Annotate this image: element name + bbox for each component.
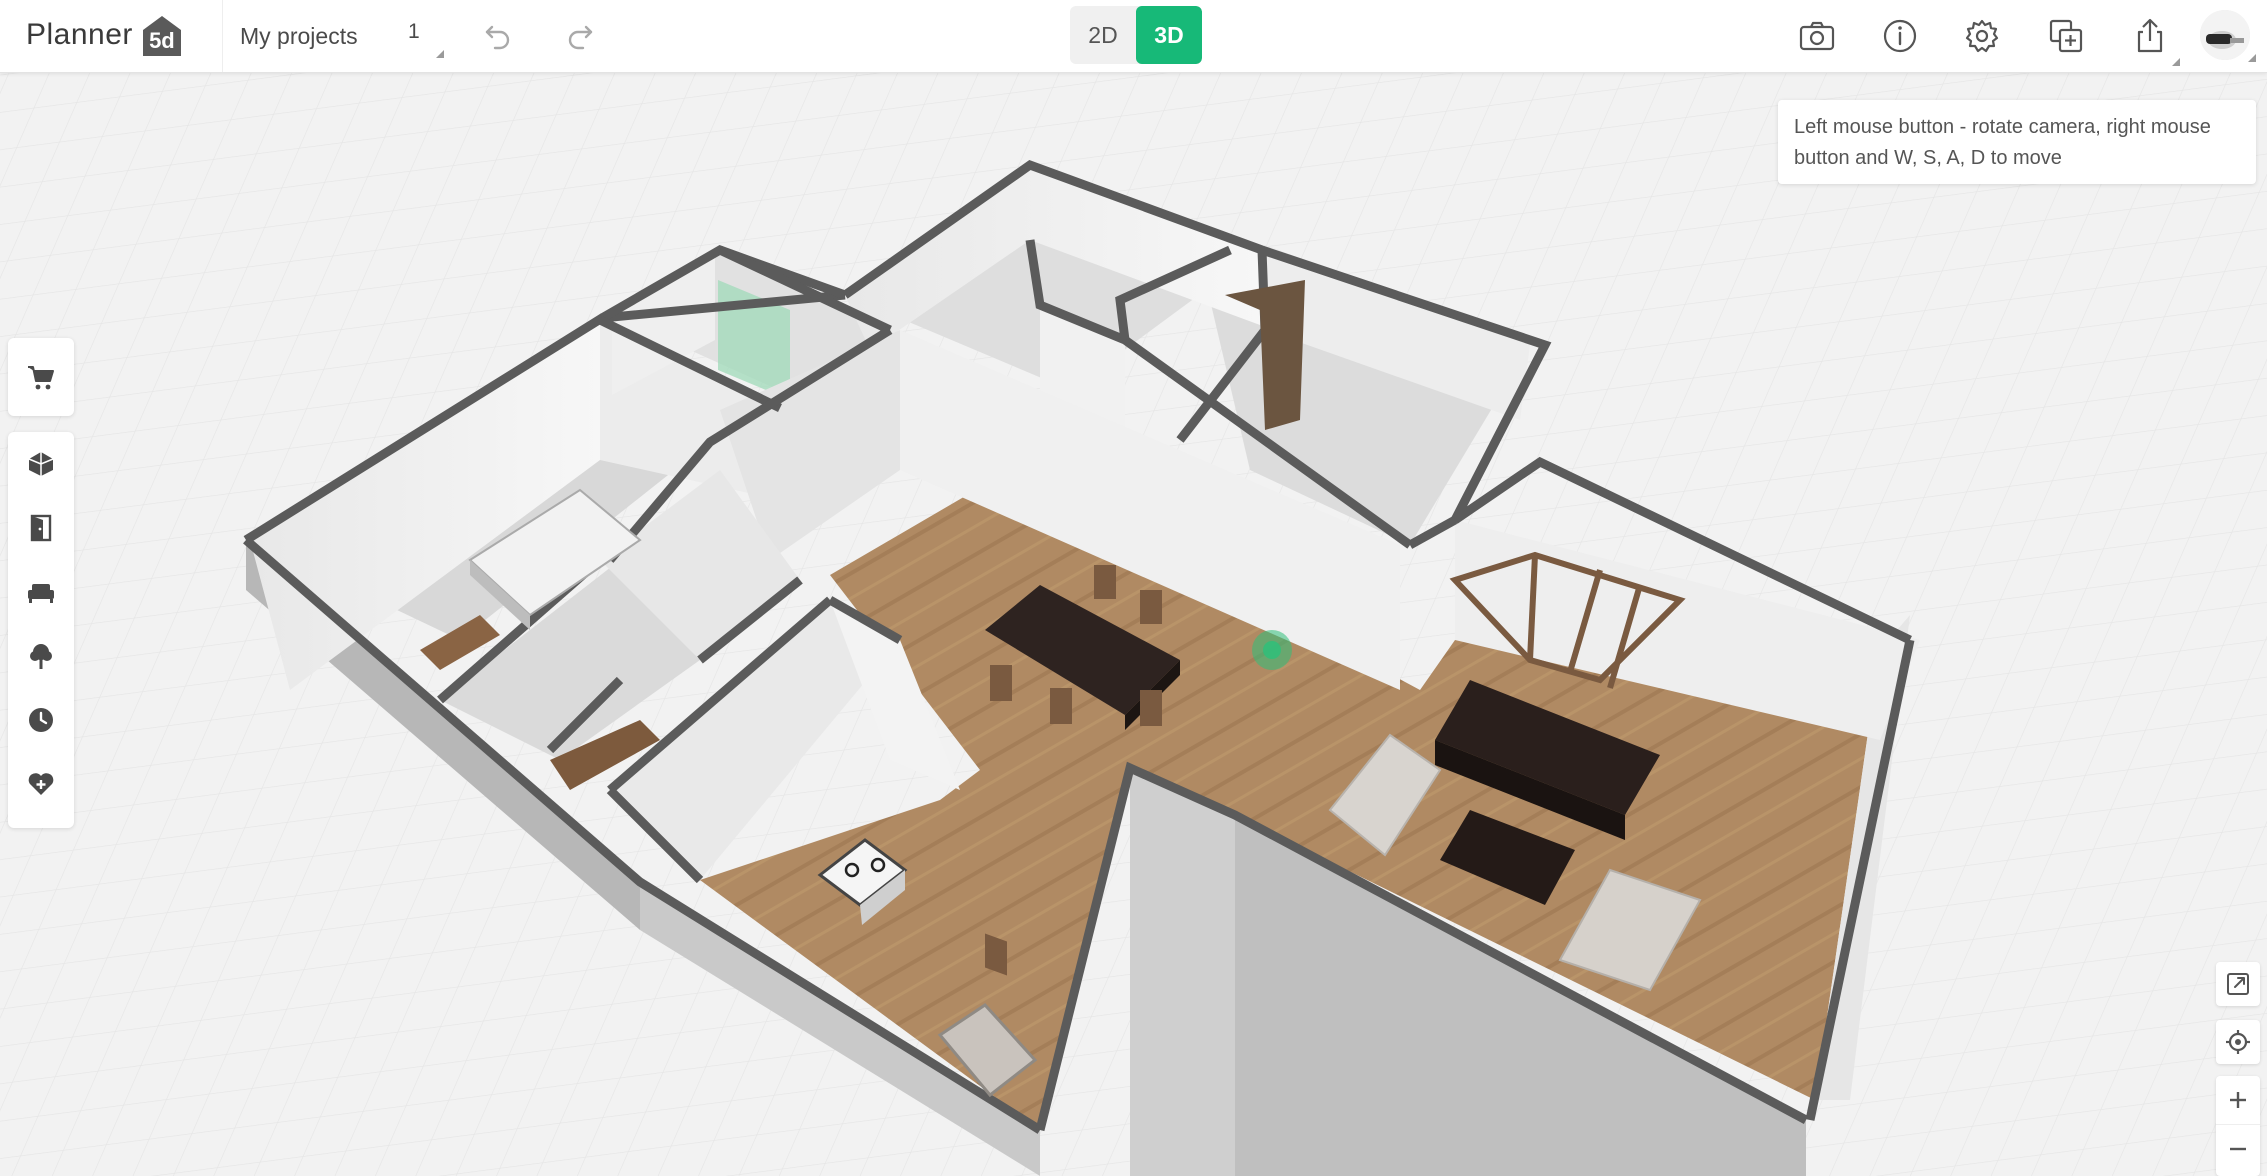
cursor-indicator bbox=[1252, 630, 1292, 670]
dropdown-corner-icon bbox=[2248, 54, 2256, 62]
cart-icon bbox=[28, 366, 54, 390]
divider bbox=[222, 0, 223, 72]
zoom-out-button[interactable] bbox=[2216, 1124, 2260, 1173]
redo-button[interactable] bbox=[560, 14, 600, 58]
navigation-hint-tooltip: Left mouse button - rotate camera, right… bbox=[1778, 100, 2256, 184]
dropdown-corner-icon bbox=[2172, 58, 2180, 66]
add-copy-button[interactable] bbox=[2042, 12, 2090, 60]
brand-badge: 5d bbox=[139, 12, 185, 58]
favorites-icon bbox=[28, 773, 54, 795]
logo[interactable]: Planner 5d bbox=[26, 10, 185, 60]
project-number: 1 bbox=[408, 20, 420, 43]
furniture-button[interactable] bbox=[8, 560, 74, 624]
expand-icon bbox=[2227, 973, 2249, 995]
sofa-icon bbox=[28, 584, 54, 603]
zoom-controls bbox=[2216, 1076, 2260, 1176]
share-button[interactable] bbox=[2126, 12, 2180, 66]
top-bar: Planner 5d My projects 1 2D 3D bbox=[0, 0, 2267, 73]
brand-text: Planner bbox=[26, 18, 133, 51]
add-copy-icon bbox=[2049, 19, 2083, 53]
share-icon bbox=[2137, 18, 2163, 53]
project-name-field[interactable]: 1 bbox=[390, 12, 446, 62]
door-icon bbox=[30, 514, 52, 542]
my-projects-button[interactable]: My projects bbox=[236, 16, 362, 56]
navigation-hint-text: Left mouse button - rotate camera, right… bbox=[1794, 116, 2211, 169]
structure-icon bbox=[28, 452, 54, 476]
zoom-in-button[interactable] bbox=[2216, 1076, 2260, 1124]
screenshot-button[interactable] bbox=[1793, 12, 1841, 60]
left-toolbar-catalog bbox=[8, 338, 74, 416]
resize-corner-icon bbox=[436, 50, 444, 58]
exterior-button[interactable] bbox=[8, 624, 74, 688]
view-mode-toggle: 2D 3D bbox=[1070, 6, 1202, 64]
info-icon bbox=[1883, 19, 1917, 53]
history-icon bbox=[29, 708, 53, 732]
3d-viewport[interactable]: Left mouse button - rotate camera, right… bbox=[0, 72, 2267, 1176]
undo-icon bbox=[485, 25, 510, 50]
undo-button[interactable] bbox=[478, 14, 518, 58]
fullscreen-button[interactable] bbox=[2216, 962, 2260, 1006]
user-menu[interactable] bbox=[2200, 10, 2256, 62]
camera-icon bbox=[1799, 21, 1835, 51]
tree-icon bbox=[30, 644, 52, 669]
locate-icon bbox=[2226, 1030, 2250, 1054]
info-button[interactable] bbox=[1876, 12, 1924, 60]
center-view-button[interactable] bbox=[2216, 1020, 2260, 1064]
zoom-out-icon bbox=[2230, 1147, 2246, 1151]
redo-icon bbox=[568, 25, 593, 50]
gear-icon bbox=[1965, 19, 1999, 53]
floor-plan-3d-scene[interactable] bbox=[0, 72, 2267, 1176]
brand-badge-text: 5d bbox=[149, 28, 175, 53]
history-button[interactable] bbox=[8, 688, 74, 752]
avatar bbox=[2200, 10, 2250, 60]
zoom-in-icon bbox=[2230, 1092, 2246, 1108]
view-2d-button[interactable]: 2D bbox=[1070, 6, 1136, 64]
favorites-button[interactable] bbox=[8, 752, 74, 816]
view-3d-button[interactable]: 3D bbox=[1136, 6, 1202, 64]
catalog-button[interactable] bbox=[8, 338, 74, 416]
left-toolbar-tools bbox=[8, 432, 74, 828]
exterior-wall-notch bbox=[1130, 768, 1235, 1176]
construction-button[interactable] bbox=[8, 432, 74, 496]
settings-button[interactable] bbox=[1958, 12, 2006, 60]
doors-windows-button[interactable] bbox=[8, 496, 74, 560]
